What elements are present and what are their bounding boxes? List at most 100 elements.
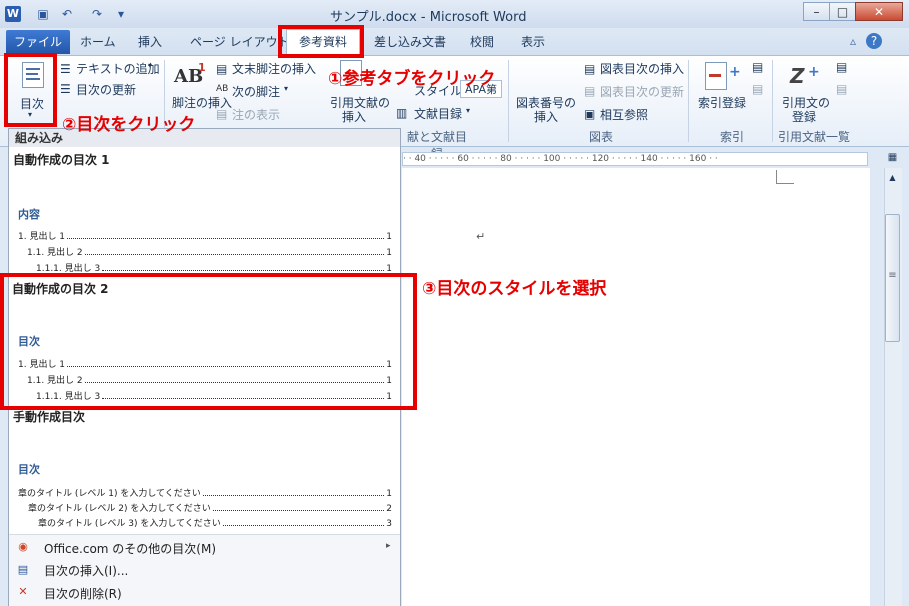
cross-reference-button[interactable]: 相互参照 bbox=[600, 106, 648, 123]
leader-dots bbox=[102, 270, 385, 271]
office-online-icon: ◉ bbox=[18, 540, 28, 553]
close-button[interactable]: ✕ bbox=[855, 2, 903, 21]
leader-dots bbox=[222, 525, 385, 526]
tab-insert[interactable]: 挿入 bbox=[134, 31, 166, 53]
leader-dots bbox=[202, 495, 385, 496]
more-toc-online-item[interactable]: Office.com のその他の目次(M) bbox=[44, 540, 216, 557]
update-toc-button[interactable]: 目次の更新 bbox=[76, 81, 136, 98]
update-toc-icon: ☰ bbox=[60, 82, 71, 96]
insert-toa-icon[interactable]: ▤ bbox=[836, 60, 847, 74]
step1-annotation: ①参考タブをクリック bbox=[328, 69, 496, 89]
index-group-label: 索引 bbox=[719, 130, 744, 144]
step1-highlight-box bbox=[278, 25, 364, 58]
group-separator bbox=[688, 60, 689, 142]
leader-dots bbox=[84, 254, 385, 255]
insert-endnote-button[interactable]: 文末脚注の挿入 bbox=[232, 60, 316, 77]
toc-style-manual-heading[interactable]: 目次 bbox=[18, 461, 40, 477]
mark-entry-icon-bar bbox=[709, 74, 721, 77]
toc-row-label: 章のタイトル (レベル 2) を入力してください bbox=[28, 504, 211, 514]
group-separator bbox=[508, 60, 509, 142]
toc-row-page: 1 bbox=[386, 489, 392, 499]
minimize-button[interactable]: – bbox=[803, 2, 830, 21]
remove-toc-item[interactable]: 目次の削除(R) bbox=[44, 585, 122, 602]
next-footnote-arrow-icon[interactable]: ▾ bbox=[284, 84, 288, 93]
leader-dots bbox=[67, 238, 385, 239]
next-footnote-icon: AB bbox=[216, 84, 229, 94]
paragraph-mark: ↵ bbox=[476, 230, 486, 243]
customize-qat-icon[interactable]: ▾ bbox=[114, 7, 128, 21]
toc-row-page: 1 bbox=[386, 232, 392, 242]
mark-citation-icon: Z bbox=[790, 64, 805, 88]
insert-index-icon[interactable]: ▤ bbox=[752, 60, 763, 74]
update-index-icon[interactable]: ▤ bbox=[752, 82, 763, 96]
bibliography-icon: ▥ bbox=[396, 106, 408, 120]
word-app-icon[interactable]: W bbox=[5, 6, 21, 22]
next-footnote-button[interactable]: 次の脚注 bbox=[232, 83, 280, 100]
view-ruler-icon[interactable]: ▦ bbox=[884, 152, 901, 166]
mark-entry-button[interactable]: 索引登録 bbox=[698, 94, 746, 111]
redo-icon[interactable]: ↷ bbox=[90, 7, 104, 21]
footnote-superscript: 1 bbox=[198, 61, 206, 74]
update-table-button[interactable]: 図表目次の更新 bbox=[600, 83, 684, 100]
toc-row[interactable]: 章のタイトル (レベル 1) を入力してください 1 bbox=[18, 486, 392, 499]
insert-toc-item[interactable]: 目次の挿入(I)... bbox=[44, 562, 128, 579]
tab-file[interactable]: ファイル bbox=[6, 30, 70, 54]
toc-row-label: 1. 見出し 1 bbox=[18, 232, 66, 242]
tab-review[interactable]: 校閲 bbox=[466, 31, 498, 53]
plus-icon: + bbox=[729, 64, 741, 80]
add-text-arrow-icon[interactable]: ▾ bbox=[148, 61, 152, 70]
tab-view[interactable]: 表示 bbox=[517, 31, 549, 53]
table-of-figures-icon: ▤ bbox=[584, 62, 596, 76]
insert-citation-button-line2[interactable]: 挿入 bbox=[342, 108, 366, 125]
document-page[interactable] bbox=[402, 168, 870, 606]
grip-icon: ≡ bbox=[888, 270, 897, 281]
submenu-arrow-icon: ▸ bbox=[386, 541, 391, 551]
update-toa-icon[interactable]: ▤ bbox=[836, 82, 847, 96]
mark-citation-button-line2[interactable]: 登録 bbox=[792, 108, 816, 125]
step2-highlight-box bbox=[4, 53, 57, 127]
toc-row-page: 1 bbox=[386, 248, 392, 258]
toc-row[interactable]: 1. 見出し 1 1 bbox=[18, 229, 392, 242]
add-text-icon: ☰ bbox=[60, 62, 71, 76]
toc-style-auto-1-title[interactable]: 自動作成の目次 1 bbox=[13, 151, 110, 168]
leader-dots bbox=[212, 510, 385, 511]
toc-style-auto-1-heading[interactable]: 内容 bbox=[18, 206, 40, 222]
toc-row-page: 3 bbox=[386, 519, 392, 529]
maximize-button[interactable]: □ bbox=[829, 2, 856, 21]
horizontal-ruler[interactable]: · · 40 · · · · · 60 · · · · · 80 · · · ·… bbox=[402, 152, 868, 166]
show-notes-icon: ▤ bbox=[216, 107, 228, 121]
insert-toc-icon: ▤ bbox=[17, 563, 29, 576]
update-table-icon: ▤ bbox=[584, 84, 596, 98]
margin-corner-mark bbox=[776, 170, 794, 184]
plus-icon: + bbox=[808, 64, 820, 80]
minimize-ribbon-icon[interactable]: ▵ bbox=[845, 33, 861, 49]
tab-home[interactable]: ホーム bbox=[76, 31, 120, 53]
toc-row-page: 2 bbox=[386, 504, 392, 514]
captions-group-label: 図表 bbox=[588, 130, 613, 144]
cross-reference-icon: ▣ bbox=[584, 107, 596, 121]
toc-row[interactable]: 章のタイトル (レベル 2) を入力してください 2 bbox=[28, 501, 392, 514]
undo-icon[interactable]: ↶ bbox=[60, 7, 74, 21]
show-notes-button[interactable]: 注の表示 bbox=[232, 106, 280, 123]
toc-row[interactable]: 章のタイトル (レベル 3) を入力してください 3 bbox=[38, 516, 392, 529]
group-separator bbox=[772, 60, 773, 142]
insert-table-of-figures-button[interactable]: 図表目次の挿入 bbox=[600, 60, 684, 77]
endnote-icon: ▤ bbox=[216, 62, 228, 76]
toc-row[interactable]: 1.1. 見出し 2 1 bbox=[27, 245, 392, 258]
help-icon[interactable]: ? bbox=[866, 33, 882, 49]
tab-mailings[interactable]: 差し込み文書 bbox=[370, 31, 450, 53]
save-icon[interactable]: ▣ bbox=[36, 7, 50, 21]
step3-highlight-box bbox=[0, 273, 417, 410]
insert-footnote-button[interactable]: 脚注の挿入 bbox=[172, 94, 232, 111]
toc-style-manual-title[interactable]: 手動作成目次 bbox=[13, 408, 85, 425]
step3-annotation: ③目次のスタイルを選択 bbox=[422, 279, 607, 299]
remove-toc-icon: ✕ bbox=[18, 585, 28, 598]
toa-group-label: 引用文献一覧 bbox=[777, 130, 850, 144]
scroll-up-icon[interactable]: ▲ bbox=[885, 170, 900, 185]
window-title: サンプル.docx - Microsoft Word bbox=[330, 10, 527, 25]
toc-row-label: 1.1. 見出し 2 bbox=[27, 248, 83, 258]
bibliography-button[interactable]: 文献目録 bbox=[414, 105, 462, 122]
toc-row-label: 章のタイトル (レベル 3) を入力してください bbox=[38, 519, 221, 529]
bibliography-arrow-icon[interactable]: ▾ bbox=[466, 106, 470, 115]
insert-caption-button-line2[interactable]: 挿入 bbox=[534, 108, 558, 125]
